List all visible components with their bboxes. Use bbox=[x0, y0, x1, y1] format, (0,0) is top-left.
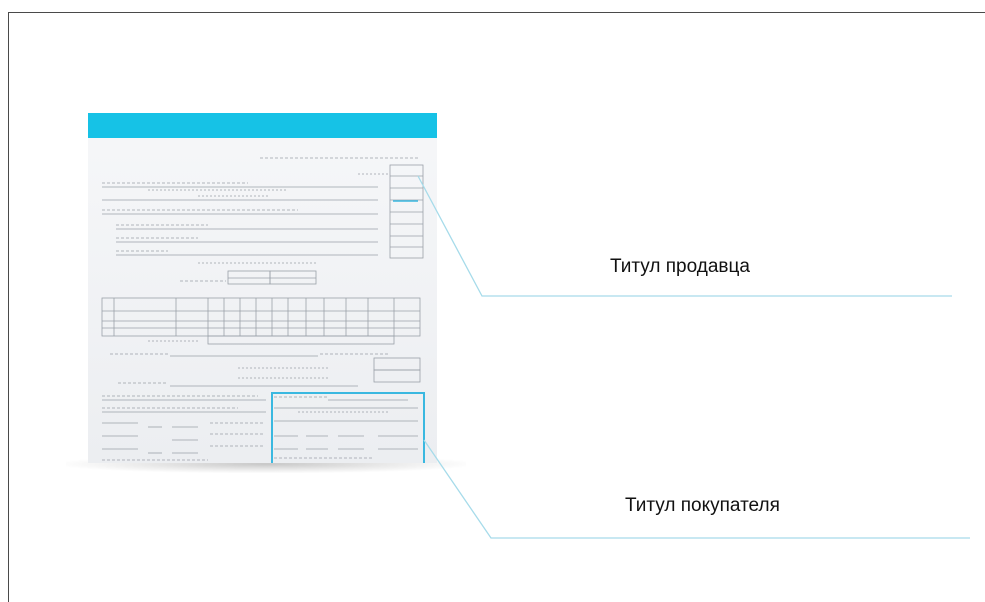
buyer-title-label: Титул покупателя bbox=[625, 495, 780, 516]
callout-lines bbox=[417, 175, 970, 539]
seller-title-label: Титул продавца bbox=[610, 256, 750, 277]
